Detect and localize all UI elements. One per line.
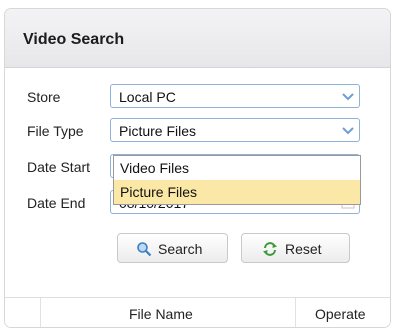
store-label: Store [27, 89, 61, 105]
store-select[interactable]: Local PC [110, 84, 360, 108]
dropdown-option-picture-files[interactable]: Picture Files [114, 180, 360, 204]
chevron-down-icon[interactable] [340, 122, 356, 138]
search-icon [137, 242, 152, 257]
reset-button-label: Reset [285, 241, 322, 257]
date-end-label: Date End [27, 195, 86, 211]
column-header-file-name[interactable]: File Name [129, 306, 193, 322]
store-value: Local PC [119, 89, 176, 105]
reset-button[interactable]: Reset [241, 233, 350, 263]
file-type-dropdown: Video Files Picture Files [113, 155, 361, 205]
dropdown-option-video-files[interactable]: Video Files [114, 156, 360, 180]
column-divider [295, 298, 296, 327]
file-type-value: Picture Files [119, 123, 197, 139]
results-table-header: File Name Operate [5, 297, 390, 327]
refresh-icon [263, 242, 277, 256]
column-header-operate[interactable]: Operate [315, 306, 366, 322]
column-divider [40, 298, 41, 327]
file-type-label: File Type [27, 123, 84, 139]
panel-title: Video Search [23, 31, 125, 48]
date-start-label: Date Start [27, 159, 91, 175]
video-search-panel: Video Search Store Local PC File Type Pi… [4, 8, 391, 328]
file-type-select[interactable]: Picture Files [110, 118, 360, 142]
chevron-down-icon[interactable] [340, 88, 356, 104]
panel-header: Video Search [5, 9, 390, 68]
search-button-label: Search [158, 241, 203, 257]
search-button[interactable]: Search [117, 233, 228, 263]
